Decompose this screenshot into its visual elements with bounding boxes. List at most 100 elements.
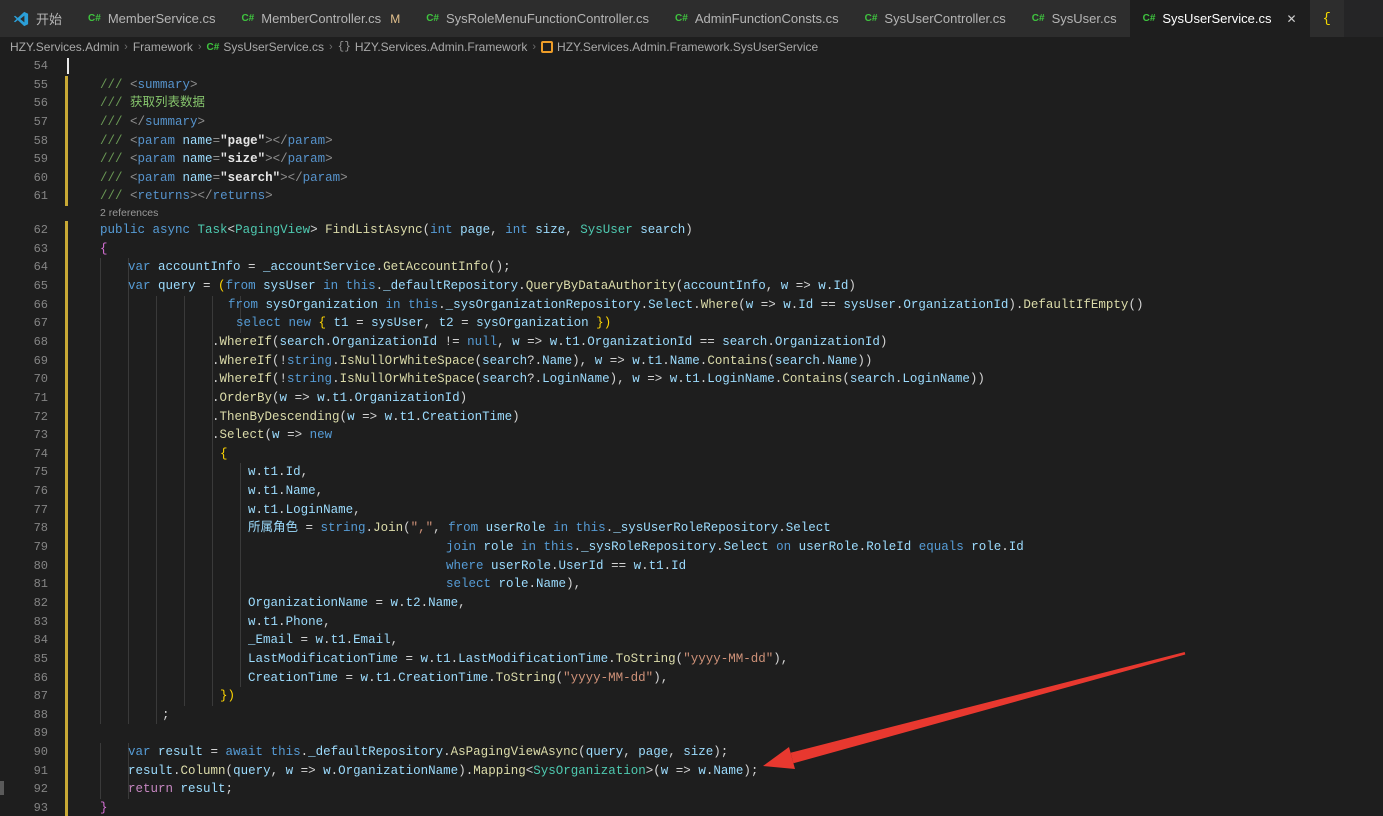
line-number[interactable]: 74	[0, 445, 48, 464]
code-line[interactable]: 65var query = (from sysUser in this._def…	[0, 277, 1383, 296]
line-number[interactable]: 72	[0, 408, 48, 427]
code-line[interactable]: 83w.t1.Phone,	[0, 613, 1383, 632]
line-number[interactable]: 57	[0, 113, 48, 132]
code-line[interactable]: 86CreationTime = w.t1.CreationTime.ToStr…	[0, 669, 1383, 688]
code-line[interactable]: 61/// <returns></returns>	[0, 187, 1383, 206]
breadcrumb-item[interactable]: {}HZY.Services.Admin.Framework	[338, 40, 528, 54]
code-line[interactable]: 90var result = await this._defaultReposi…	[0, 743, 1383, 762]
modified-change-bar	[65, 463, 68, 482]
code-line[interactable]: 74{	[0, 445, 1383, 464]
codelens-row[interactable]: 2 references	[0, 206, 1383, 221]
code-line[interactable]: 82OrganizationName = w.t2.Name,	[0, 594, 1383, 613]
code-line[interactable]: 67select new { t1 = sysUser, t2 = sysOrg…	[0, 314, 1383, 333]
line-number[interactable]: 79	[0, 538, 48, 557]
code-line[interactable]: 55/// <summary>	[0, 76, 1383, 95]
code-line[interactable]: 85LastModificationTime = w.t1.LastModifi…	[0, 650, 1383, 669]
line-number[interactable]: 62	[0, 221, 48, 240]
code-line[interactable]: 81select role.Name),	[0, 575, 1383, 594]
code-line[interactable]: 80where userRole.UserId == w.t1.Id	[0, 557, 1383, 576]
code-line[interactable]: 89	[0, 724, 1383, 743]
line-number[interactable]: 80	[0, 557, 48, 576]
tab-sysrolemenufunctioncontroller.cs[interactable]: C#SysRoleMenuFunctionController.cs	[413, 0, 662, 37]
tab-sysuser.cs[interactable]: C#SysUser.cs	[1019, 0, 1130, 37]
line-number[interactable]: 64	[0, 258, 48, 277]
tab-membercontroller.cs[interactable]: C#MemberController.csM	[228, 0, 413, 37]
tab-adminfunctionconsts.cs[interactable]: C#AdminFunctionConsts.cs	[662, 0, 852, 37]
line-number[interactable]: 88	[0, 706, 48, 725]
code-line[interactable]: 92return result;	[0, 780, 1383, 799]
line-number[interactable]: 59	[0, 150, 48, 169]
line-number[interactable]: 68	[0, 333, 48, 352]
line-number[interactable]: 82	[0, 594, 48, 613]
line-number[interactable]: 90	[0, 743, 48, 762]
line-number[interactable]: 70	[0, 370, 48, 389]
line-number[interactable]: 58	[0, 132, 48, 151]
tab-sysuserservice.cs[interactable]: C#SysUserService.cs✕	[1130, 0, 1310, 37]
line-number[interactable]: 87	[0, 687, 48, 706]
line-number[interactable]: 92	[0, 780, 48, 799]
code-line[interactable]: 66from sysOrganization in this._sysOrgan…	[0, 296, 1383, 315]
code-line[interactable]: 70.WhereIf(!string.IsNullOrWhiteSpace(se…	[0, 370, 1383, 389]
tab-memberservice.cs[interactable]: C#MemberService.cs	[75, 0, 228, 37]
code-line[interactable]: 78所属角色 = string.Join(",", from userRole …	[0, 519, 1383, 538]
line-number[interactable]: 76	[0, 482, 48, 501]
code-line[interactable]: 88;	[0, 706, 1383, 725]
code-line[interactable]: 68.WhereIf(search.OrganizationId != null…	[0, 333, 1383, 352]
code-line[interactable]: 71.OrderBy(w => w.t1.OrganizationId)	[0, 389, 1383, 408]
code-editor[interactable]: 5455/// <summary>56/// 获取列表数据57/// </sum…	[0, 57, 1383, 816]
code-line[interactable]: 84_Email = w.t1.Email,	[0, 631, 1383, 650]
tab-label: MemberService.cs	[108, 11, 216, 26]
line-number[interactable]: 73	[0, 426, 48, 445]
line-number[interactable]: 60	[0, 169, 48, 188]
breadcrumb-item[interactable]: HZY.Services.Admin.Framework.SysUserServ…	[541, 40, 818, 54]
breadcrumb-item[interactable]: C#SysUserService.cs	[207, 40, 324, 54]
line-number[interactable]: 83	[0, 613, 48, 632]
line-number[interactable]: 63	[0, 240, 48, 259]
line-number[interactable]: 77	[0, 501, 48, 520]
code-line[interactable]: 54	[0, 57, 1383, 76]
line-number[interactable]: 66	[0, 296, 48, 315]
code-line[interactable]: 75w.t1.Id,	[0, 463, 1383, 482]
code-line[interactable]: 62public async Task<PagingView> FindList…	[0, 221, 1383, 240]
line-number[interactable]: 89	[0, 724, 48, 743]
line-number[interactable]: 65	[0, 277, 48, 296]
code-line[interactable]: 60/// <param name="search"></param>	[0, 169, 1383, 188]
code-line[interactable]: 72.ThenByDescending(w => w.t1.CreationTi…	[0, 408, 1383, 427]
code-line[interactable]: 93}	[0, 799, 1383, 816]
line-number[interactable]: 71	[0, 389, 48, 408]
breadcrumb-item[interactable]: HZY.Services.Admin	[10, 40, 119, 54]
line-number[interactable]: 86	[0, 669, 48, 688]
close-icon[interactable]: ✕	[1286, 12, 1296, 26]
code-line[interactable]: 56/// 获取列表数据	[0, 94, 1383, 113]
line-number[interactable]: 67	[0, 314, 48, 333]
line-number[interactable]: 56	[0, 94, 48, 113]
line-number[interactable]: 93	[0, 799, 48, 816]
line-number[interactable]: 78	[0, 519, 48, 538]
code-line[interactable]: 91result.Column(query, w => w.Organizati…	[0, 762, 1383, 781]
code-line[interactable]: 87})	[0, 687, 1383, 706]
line-number[interactable]: 85	[0, 650, 48, 669]
tab-sysusercontroller.cs[interactable]: C#SysUserController.cs	[852, 0, 1019, 37]
line-number[interactable]: 55	[0, 76, 48, 95]
tab-{[interactable]: {	[1310, 0, 1344, 37]
line-number[interactable]: 75	[0, 463, 48, 482]
code-line[interactable]: 77w.t1.LoginName,	[0, 501, 1383, 520]
code-line[interactable]: 69.WhereIf(!string.IsNullOrWhiteSpace(se…	[0, 352, 1383, 371]
line-number[interactable]: 91	[0, 762, 48, 781]
line-number[interactable]: 84	[0, 631, 48, 650]
code-line[interactable]: 58/// <param name="page"></param>	[0, 132, 1383, 151]
breadcrumb-item[interactable]: Framework	[133, 40, 193, 54]
line-number[interactable]: 81	[0, 575, 48, 594]
code-line[interactable]: 79join role in this._sysRoleRepository.S…	[0, 538, 1383, 557]
code-line[interactable]: 76w.t1.Name,	[0, 482, 1383, 501]
code-line[interactable]: 63{	[0, 240, 1383, 259]
line-number[interactable]: 61	[0, 187, 48, 206]
code-line[interactable]: 57/// </summary>	[0, 113, 1383, 132]
code-line[interactable]: 59/// <param name="size"></param>	[0, 150, 1383, 169]
tab-开始[interactable]: 开始	[0, 0, 75, 37]
code-line[interactable]: 73.Select(w => new	[0, 426, 1383, 445]
code-line[interactable]: 64var accountInfo = _accountService.GetA…	[0, 258, 1383, 277]
codelens-label[interactable]: 2 references	[100, 207, 158, 219]
line-number[interactable]: 69	[0, 352, 48, 371]
line-number[interactable]: 54	[0, 57, 48, 76]
